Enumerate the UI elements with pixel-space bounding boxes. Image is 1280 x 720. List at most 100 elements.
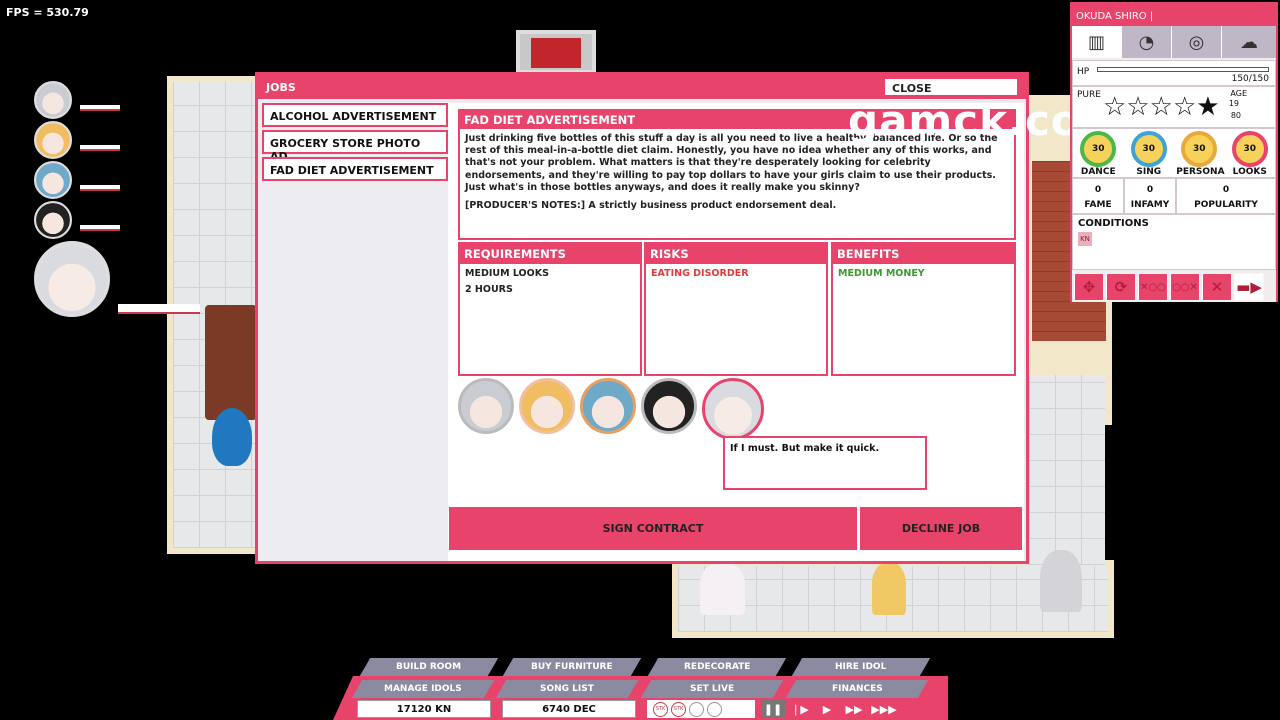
idol-portrait[interactable] bbox=[458, 378, 514, 434]
roster-bar bbox=[80, 145, 120, 151]
star-icon: ☆ bbox=[1126, 92, 1150, 122]
requirements-panel: REQUIREMENTS MEDIUM LOOKS 2 HOURS bbox=[458, 242, 642, 376]
job-list: ALCOHOL ADVERTISEMENT GROCERY STORE PHOT… bbox=[262, 103, 448, 553]
idol-portrait[interactable] bbox=[641, 378, 697, 434]
stk-slot: STK bbox=[653, 701, 668, 717]
conditions-area: CONDITIONS KN bbox=[1072, 214, 1276, 270]
vase bbox=[212, 408, 252, 466]
dec-display: 6740 DEC bbox=[502, 700, 636, 718]
job-item-selected[interactable]: FAD DIET ADVERTISEMENT bbox=[262, 157, 448, 181]
fast-forward-icon[interactable]: ▶▶ bbox=[842, 700, 866, 718]
buy-furniture-button[interactable]: BUY FURNITURE bbox=[502, 658, 642, 676]
sing-icon: 30 bbox=[1130, 131, 1167, 167]
step-icon[interactable]: ❘▶ bbox=[788, 700, 812, 718]
star-icon: ☆ bbox=[1172, 92, 1197, 122]
speed-controls: ❚❚ ❘▶ ▶ ▶▶ ▶▶▶ bbox=[761, 700, 899, 718]
requirements-header: REQUIREMENTS bbox=[460, 244, 640, 264]
build-room-button[interactable]: BUILD ROOM bbox=[359, 658, 499, 676]
right-floor bbox=[1029, 375, 1105, 565]
condition-badge[interactable]: KN bbox=[1078, 232, 1092, 246]
looks-icon: 30 bbox=[1231, 131, 1268, 167]
status-tabs: ▥ ◔ ◎ ☁ bbox=[1072, 26, 1276, 60]
decline-job-button[interactable]: DECLINE JOB bbox=[860, 507, 1022, 550]
fame-cell: 0 FAME bbox=[1072, 178, 1124, 214]
benefits-header: BENEFITS bbox=[833, 244, 1014, 264]
idol-status-panel: OKUDA SHIRO | ▥ ◔ ◎ ☁ HP 150/150 PURE ☆☆… bbox=[1070, 2, 1278, 302]
pause-icon[interactable]: ❚❚ bbox=[761, 700, 785, 718]
skill-label: LOOKS bbox=[1232, 167, 1267, 177]
roster-avatar[interactable] bbox=[34, 121, 72, 159]
requirement-item: 2 HOURS bbox=[465, 284, 513, 296]
persona-icon: 30 bbox=[1181, 131, 1218, 167]
hp-value: 150/150 bbox=[1231, 74, 1269, 84]
close-button[interactable]: CLOSE bbox=[884, 78, 1018, 96]
job-item[interactable]: GROCERY STORE PHOTO AD bbox=[262, 130, 448, 163]
xoo-icon[interactable]: ✕○○ bbox=[1138, 273, 1168, 301]
fame-row: 0 FAME 0 INFAMY 0 POPULARITY bbox=[1072, 178, 1276, 214]
hp-bar bbox=[1097, 67, 1269, 72]
sofa bbox=[205, 305, 257, 420]
conditions-label: CONDITIONS bbox=[1078, 218, 1149, 229]
star-icon: ☆ bbox=[1149, 92, 1173, 122]
camera-icon[interactable]: ▬▶ bbox=[1234, 273, 1264, 301]
fame-label: FAME bbox=[1084, 200, 1112, 210]
skill-label: PERSONA bbox=[1176, 167, 1225, 177]
roster-bar bbox=[80, 105, 120, 111]
requirement-item: MEDIUM LOOKS bbox=[465, 268, 549, 279]
dismiss-icon[interactable]: ✕ bbox=[1202, 273, 1232, 301]
benefits-panel: BENEFITS MEDIUM MONEY bbox=[831, 242, 1016, 376]
bottom-menu: BUILD ROOM BUY FURNITURE REDECORATE HIRE… bbox=[333, 656, 948, 720]
roster-bar bbox=[80, 185, 120, 191]
schedule-tab-icon[interactable]: ◔ bbox=[1122, 26, 1172, 58]
skill-looks: 30 LOOKS bbox=[1227, 131, 1273, 177]
oox-icon[interactable]: ○○✕ bbox=[1170, 273, 1200, 301]
fame-value: 0 bbox=[1094, 185, 1102, 195]
idol-name: OKUDA SHIRO | bbox=[1072, 4, 1276, 26]
hp-row: HP 150/150 bbox=[1072, 60, 1276, 86]
chat-tab-icon[interactable]: ☁ bbox=[1222, 26, 1276, 58]
hire-idol-button[interactable]: HIRE IDOL bbox=[791, 658, 931, 676]
roster-avatar-selected[interactable] bbox=[34, 241, 110, 317]
risks-header: RISKS bbox=[646, 244, 826, 264]
idol-sprite bbox=[700, 563, 745, 615]
job-item[interactable]: ALCOHOL ADVERTISEMENT bbox=[262, 103, 448, 127]
play-icon[interactable]: ▶ bbox=[815, 700, 839, 718]
age-label: AGE bbox=[1230, 89, 1247, 98]
skill-sing: 30 SING bbox=[1126, 131, 1172, 177]
stats-tab-icon[interactable]: ▥ bbox=[1072, 26, 1122, 58]
redecorate-button[interactable]: REDECORATE bbox=[647, 658, 787, 676]
empty-slot bbox=[689, 701, 704, 717]
infamy-cell: 0 INFAMY bbox=[1124, 178, 1176, 214]
roster-avatar[interactable] bbox=[34, 81, 72, 119]
roster-avatar[interactable] bbox=[34, 201, 72, 239]
action-row: ✥ ⟳ ✕○○ ○○✕ ✕ ▬▶ bbox=[1072, 270, 1276, 302]
hp-label: HP bbox=[1077, 67, 1090, 77]
dance-icon: 30 bbox=[1080, 131, 1117, 167]
empty-slot bbox=[707, 701, 722, 717]
producer-notes: [PRODUCER'S NOTES:] A strictly business … bbox=[465, 200, 837, 212]
skill-persona: 30 PERSONA bbox=[1176, 131, 1225, 177]
popularity-label: POPULARITY bbox=[1194, 200, 1258, 210]
pure-label: PURE bbox=[1077, 90, 1101, 100]
move-icon[interactable]: ✥ bbox=[1074, 273, 1104, 301]
swap-icon[interactable]: ⟳ bbox=[1106, 273, 1136, 301]
idol-portrait[interactable] bbox=[519, 378, 575, 434]
money-tab-icon[interactable]: ◎ bbox=[1172, 26, 1222, 58]
manage-idols-button[interactable]: MANAGE IDOLS bbox=[351, 680, 495, 698]
star-icon: ☆ bbox=[1103, 92, 1127, 122]
popularity-value: 0 bbox=[1222, 185, 1230, 195]
idol-portrait[interactable] bbox=[580, 378, 636, 434]
finances-button[interactable]: FINANCES bbox=[785, 680, 929, 698]
jobs-window: JOBS CLOSE ALCOHOL ADVERTISEMENT GROCERY… bbox=[255, 72, 1029, 564]
risk-item: EATING DISORDER bbox=[651, 268, 749, 279]
age-value: 19 bbox=[1228, 99, 1239, 108]
sign-contract-button[interactable]: SIGN CONTRACT bbox=[449, 507, 857, 550]
roster-avatar[interactable] bbox=[34, 161, 72, 199]
fastest-icon[interactable]: ▶▶▶ bbox=[869, 700, 899, 718]
idol-speech-bubble: If I must. But make it quick. bbox=[723, 436, 927, 490]
idol-portrait-selected[interactable] bbox=[702, 378, 764, 440]
skills-row: 30 DANCE 30 SING 30 PERSONA 30 LOOKS bbox=[1072, 128, 1276, 178]
set-live-button[interactable]: SET LIVE bbox=[640, 680, 784, 698]
pure-row: PURE ☆☆☆☆★ AGE 19 80 bbox=[1072, 86, 1276, 128]
song-list-button[interactable]: SONG LIST bbox=[495, 680, 639, 698]
